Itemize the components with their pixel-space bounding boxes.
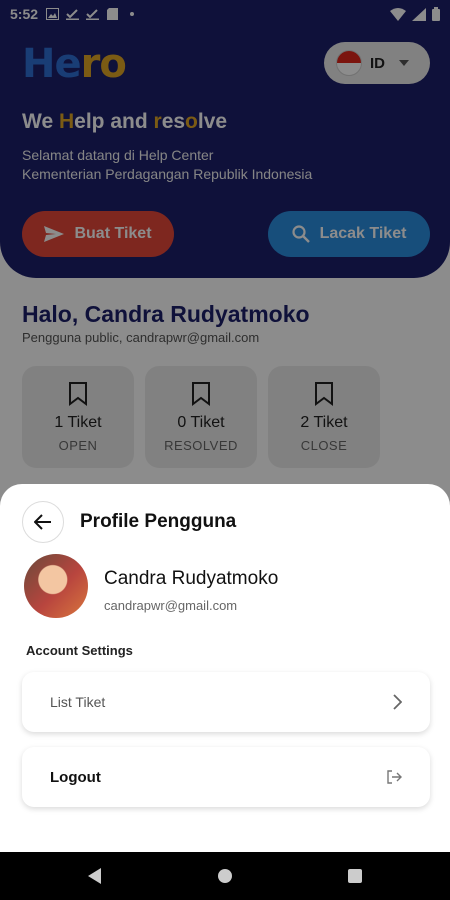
chevron-right-icon (393, 694, 402, 710)
arrow-left-icon (34, 514, 51, 530)
nav-recents-icon[interactable] (348, 869, 362, 883)
list-tiket-label: List Tiket (50, 694, 106, 710)
account-settings-heading: Account Settings (26, 643, 133, 658)
logout-icon (387, 770, 402, 784)
logout-label: Logout (50, 768, 101, 786)
profile-bottom-sheet: Profile Pengguna Candra Rudyatmoko candr… (0, 484, 450, 852)
avatar (24, 554, 88, 618)
profile-name: Candra Rudyatmoko (104, 568, 279, 589)
nav-back-icon[interactable] (88, 868, 102, 884)
sheet-title: Profile Pengguna (80, 511, 237, 532)
profile-email: candrapwr@gmail.com (104, 598, 238, 613)
nav-home-icon[interactable] (218, 869, 232, 883)
system-nav-bar (0, 852, 450, 900)
logout-item[interactable]: Logout (22, 747, 430, 807)
list-tiket-item[interactable]: List Tiket (22, 672, 430, 732)
back-button[interactable] (22, 501, 64, 543)
